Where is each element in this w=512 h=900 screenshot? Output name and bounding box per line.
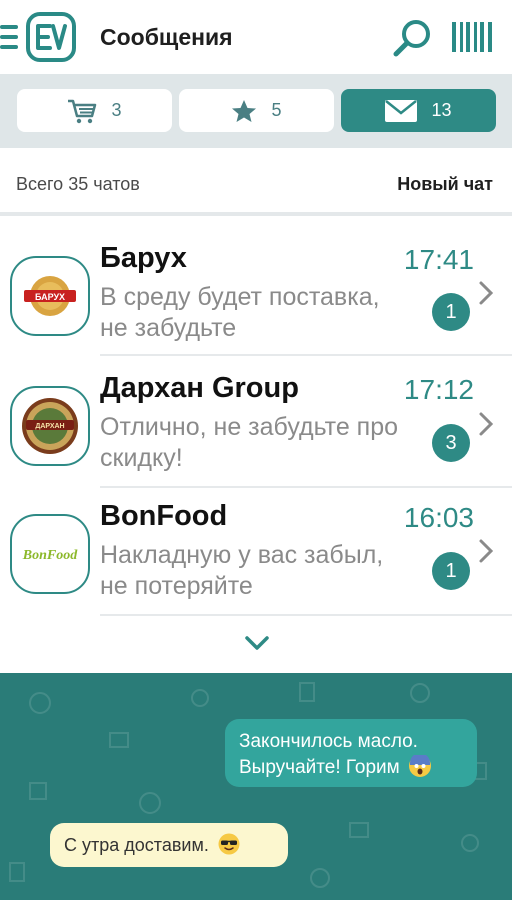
page-title: Сообщения	[100, 24, 233, 50]
outgoing-message: Закончилось масло. Выручайте! Горим	[225, 719, 477, 787]
unread-badge: 1	[432, 293, 470, 331]
conversation-preview: Закончилось масло. Выручайте! Горим С ут…	[0, 673, 512, 900]
search-icon[interactable]	[390, 18, 434, 58]
mail-icon	[385, 99, 418, 122]
chat-time: 16:03	[403, 502, 474, 533]
chevron-right-icon	[479, 539, 494, 563]
chat-name: Дархан Group	[100, 372, 299, 404]
tab-favorites[interactable]: 5	[179, 89, 334, 132]
outgoing-message-text: Закончилось масло. Выручайте! Горим	[239, 731, 418, 778]
chat-name: Барух	[100, 242, 187, 274]
incoming-message-text: С утра доставим.	[64, 835, 209, 855]
chat-time: 17:41	[403, 244, 474, 275]
chat-preview: Накладную у вас забыл, не потеряйте	[100, 541, 384, 600]
chat-name: BonFood	[100, 500, 228, 532]
avatar: BonFood	[10, 514, 90, 594]
star-icon	[232, 99, 257, 122]
chat-item-bonfood[interactable]: BonFood BonFood 16:03 Накладную у вас за…	[0, 488, 512, 618]
chat-preview: Отлично, не забудьте про скидку!	[100, 413, 399, 472]
total-chats-label: Всего 35 чатов	[16, 174, 140, 194]
chat-item-barukh[interactable]: БАРУХ Барух 17:41 В среду будет поставка…	[0, 220, 512, 356]
chevron-right-icon	[479, 281, 494, 305]
app-header: Сообщения	[0, 0, 512, 74]
chat-time: 17:12	[403, 374, 474, 405]
chat-item-darkhan[interactable]: ДАРХАН Дархан Group 17:12 Отлично, не за…	[0, 356, 512, 488]
barcode-icon[interactable]	[452, 22, 494, 52]
chevron-right-icon	[479, 412, 494, 436]
sunglasses-emoji-icon	[218, 833, 240, 855]
new-chat-button[interactable]: Новый чат	[397, 174, 493, 195]
chat-preview: В среду будет поставка, не забудьте	[100, 283, 380, 342]
tab-cart-count: 3	[111, 100, 122, 120]
tab-cart[interactable]: 3	[17, 89, 172, 132]
logo-text: ДАРХАН	[35, 423, 64, 430]
unread-badge: 1	[432, 552, 470, 590]
tab-messages-count: 13	[431, 100, 452, 120]
divider	[100, 614, 512, 616]
tab-favorites-count: 5	[271, 100, 282, 120]
tab-messages[interactable]: 13	[341, 89, 496, 132]
logo-text: БАРУХ	[35, 292, 65, 302]
chevron-down-icon[interactable]	[244, 634, 270, 652]
app-logo	[26, 12, 76, 62]
logo-text: BonFood	[22, 548, 78, 563]
cart-icon	[68, 99, 97, 123]
chat-list-header: Всего 35 чатов Новый чат	[0, 148, 512, 216]
incoming-message: С утра доставим.	[50, 823, 288, 867]
unread-badge: 3	[432, 424, 470, 462]
scream-emoji-icon	[408, 755, 431, 777]
avatar: ДАРХАН	[10, 386, 90, 466]
avatar: БАРУХ	[10, 256, 90, 336]
menu-icon[interactable]	[0, 23, 20, 51]
tabs-bar: 3 5 13	[0, 74, 512, 148]
